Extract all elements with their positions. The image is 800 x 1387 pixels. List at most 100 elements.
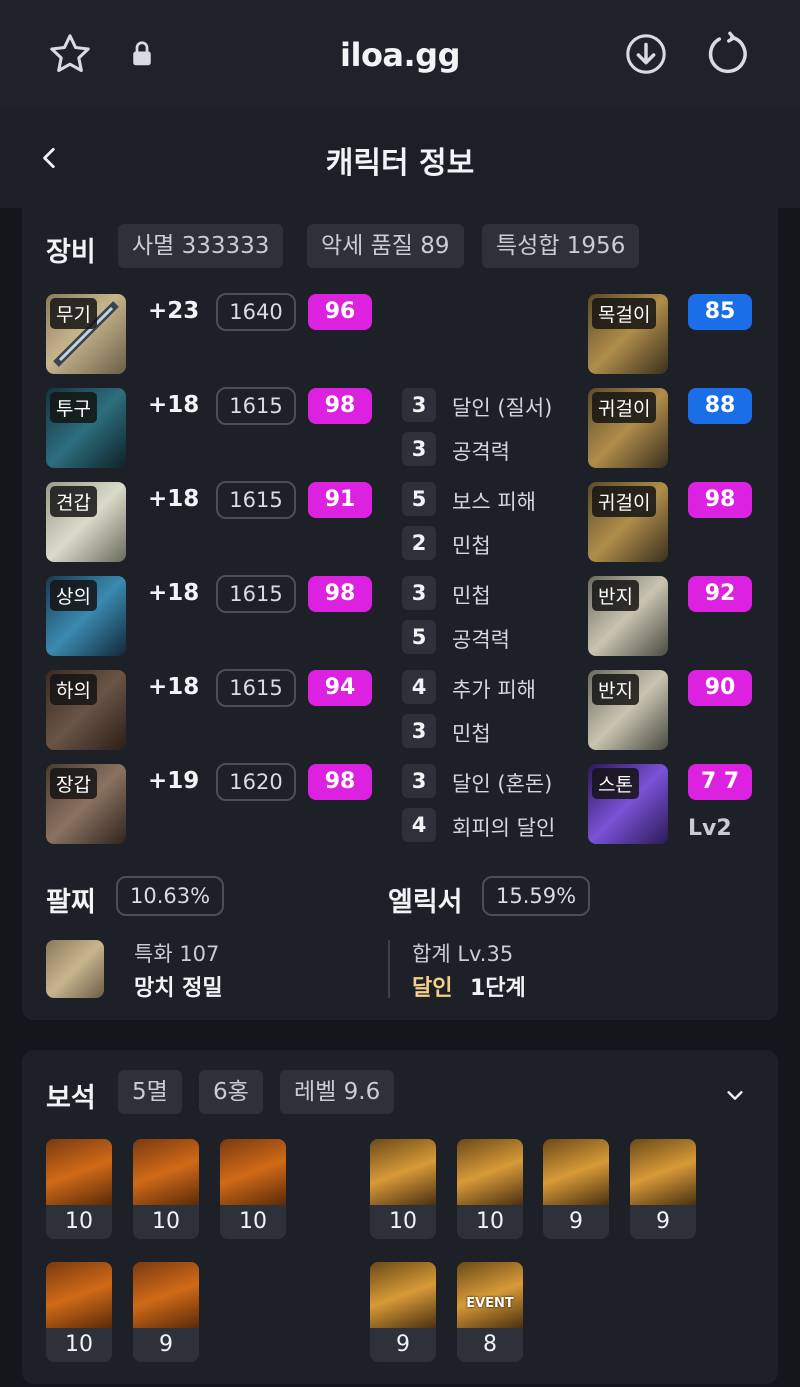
- bracelet-icon[interactable]: [46, 940, 104, 998]
- accessory-ring[interactable]: 반지: [588, 670, 668, 750]
- gem-icon: [220, 1139, 286, 1205]
- gear-ilvl: 1640: [216, 293, 296, 331]
- gems-title: 보석: [46, 1083, 96, 1114]
- divider: [388, 940, 390, 998]
- engraving-name: 회피의 달인: [452, 816, 556, 840]
- gem-icon: [46, 1262, 112, 1328]
- gem-icon: [46, 1139, 112, 1205]
- gem-level: 10: [65, 1209, 93, 1234]
- download-icon[interactable]: [622, 30, 670, 78]
- gem-item[interactable]: 9: [133, 1262, 199, 1362]
- gem-item[interactable]: 10: [220, 1139, 286, 1239]
- page-header: 캐릭터 정보: [0, 108, 800, 208]
- accessory-ring[interactable]: 반지: [588, 576, 668, 656]
- engraving-name: 달인 (질서): [452, 396, 553, 420]
- accessory-earring[interactable]: 귀걸이: [588, 482, 668, 562]
- gear-honing: +23: [148, 298, 200, 324]
- gem-item[interactable]: 10: [46, 1262, 112, 1362]
- gem-level: 10: [239, 1209, 267, 1234]
- gem-icon: [457, 1262, 523, 1328]
- engraving-name: 보스 피해: [452, 490, 536, 514]
- gem-level: 10: [65, 1332, 93, 1357]
- accessory-slot-label: 목걸이: [592, 298, 657, 329]
- event-badge: EVENT: [466, 1296, 514, 1311]
- gem-level: 10: [389, 1209, 417, 1234]
- engraving-name: 민첩: [452, 584, 491, 608]
- engraving-level: 5: [402, 620, 436, 654]
- gems-chip: 레벨 9.6: [280, 1070, 395, 1114]
- accessory-stone[interactable]: 스톤: [588, 764, 668, 844]
- gem-icon: [370, 1139, 436, 1205]
- gear-pants[interactable]: 하의: [46, 670, 126, 750]
- elixir-set-name: 달인: [412, 976, 453, 1001]
- bracelet-effects: 망치 정밀: [134, 976, 223, 1001]
- accessory-necklace[interactable]: 목걸이: [588, 294, 668, 374]
- gear-shoulder[interactable]: 견갑: [46, 482, 126, 562]
- gear-ilvl: 1615: [216, 669, 296, 707]
- stone-level: Lv2: [688, 816, 732, 841]
- engraving-level: 4: [402, 670, 436, 704]
- equip-chip: 악세 품질 89: [307, 224, 464, 268]
- gem-level: 9: [159, 1332, 173, 1357]
- gem-icon: [370, 1262, 436, 1328]
- gem-icon: [133, 1262, 199, 1328]
- gems-card: 보석 5멸 6홍 레벨 9.6 10 10 10 10 10 9 9 10 9 …: [22, 1050, 778, 1384]
- gear-gloves[interactable]: 장갑: [46, 764, 126, 844]
- gem-item[interactable]: 9: [370, 1262, 436, 1362]
- gear-slot-label: 견갑: [50, 486, 97, 517]
- gear-slot-label: 장갑: [50, 768, 97, 799]
- engraving-level: 3: [402, 388, 436, 422]
- gear-helmet[interactable]: 투구: [46, 388, 126, 468]
- gear-slot-label: 하의: [50, 674, 97, 705]
- gem-level: 9: [396, 1332, 410, 1357]
- engraving-name: 공격력: [452, 628, 510, 652]
- bracelet-pct: 10.63%: [116, 876, 225, 916]
- equipment-title: 장비: [46, 237, 96, 268]
- chevron-down-icon[interactable]: [720, 1080, 750, 1110]
- accessory-quality: 85: [688, 294, 752, 330]
- gem-level: 10: [152, 1209, 180, 1234]
- accessory-slot-label: 귀걸이: [592, 486, 657, 517]
- accessory-quality: 98: [688, 482, 752, 518]
- engraving-level: 5: [402, 482, 436, 516]
- gem-item[interactable]: 9: [543, 1139, 609, 1239]
- gear-ilvl: 1615: [216, 575, 296, 613]
- engraving-level: 3: [402, 432, 436, 466]
- gear-quality: 98: [308, 576, 372, 612]
- accessory-quality: 7 7: [688, 764, 752, 800]
- refresh-icon[interactable]: [704, 30, 752, 78]
- gear-slot-label: 투구: [50, 392, 97, 423]
- gear-honing: +18: [148, 580, 200, 606]
- equip-chip: 특성합 1956: [482, 224, 640, 268]
- gem-level: 10: [476, 1209, 504, 1234]
- accessory-quality: 92: [688, 576, 752, 612]
- elixir-pct: 15.59%: [482, 876, 591, 916]
- gear-quality: 98: [308, 388, 372, 424]
- gear-chest[interactable]: 상의: [46, 576, 126, 656]
- gems-chip: 5멸: [118, 1070, 182, 1114]
- gear-ilvl: 1615: [216, 387, 296, 425]
- gem-icon: [457, 1139, 523, 1205]
- gem-item[interactable]: 10: [133, 1139, 199, 1239]
- gem-item[interactable]: 10: [370, 1139, 436, 1239]
- accessory-earring[interactable]: 귀걸이: [588, 388, 668, 468]
- elixir-total: 합계 Lv.35: [412, 942, 514, 966]
- engraving-name: 추가 피해: [452, 678, 536, 702]
- bracelet-stat: 특화 107: [134, 942, 220, 966]
- gear-weapon[interactable]: 무기: [46, 294, 126, 374]
- page-title: 캐릭터 정보: [325, 146, 475, 181]
- gear-honing: +18: [148, 674, 200, 700]
- elixir-title: 엘릭서: [388, 887, 463, 918]
- gear-slot-label: 상의: [50, 580, 97, 611]
- gem-item[interactable]: 9: [630, 1139, 696, 1239]
- gem-item[interactable]: 10: [457, 1139, 523, 1239]
- bracelet-title: 팔찌: [46, 887, 96, 918]
- gem-item[interactable]: EVENT 8: [457, 1262, 523, 1362]
- gem-icon: [630, 1139, 696, 1205]
- url-text[interactable]: iloa.gg: [0, 36, 800, 74]
- gear-quality: 91: [308, 482, 372, 518]
- gem-item[interactable]: 10: [46, 1139, 112, 1239]
- engraving-level: 4: [402, 808, 436, 842]
- gear-quality: 94: [308, 670, 372, 706]
- gem-icon: [133, 1139, 199, 1205]
